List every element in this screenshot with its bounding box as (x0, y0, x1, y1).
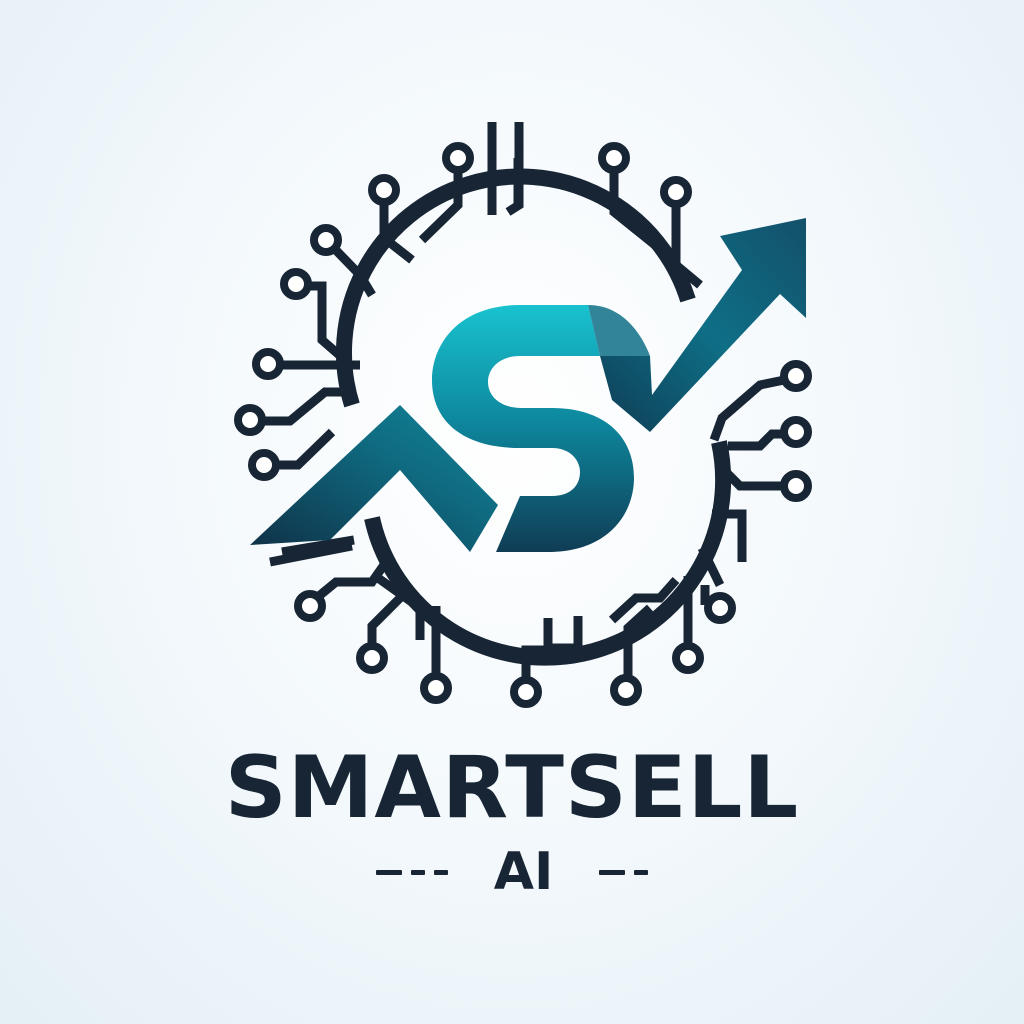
dash (410, 869, 425, 875)
dash (634, 869, 649, 875)
right-dashes (599, 869, 649, 875)
tagline-row: AI (0, 842, 1024, 902)
logo: SMARTSELL AI (0, 0, 1024, 1024)
left-dashes (375, 869, 448, 875)
brand-name: SMARTSELL (224, 738, 800, 838)
dash (375, 869, 402, 875)
logo-emblem (234, 122, 812, 708)
dash (599, 869, 626, 875)
brand-tagline: AI (493, 842, 554, 902)
dash (433, 869, 448, 875)
